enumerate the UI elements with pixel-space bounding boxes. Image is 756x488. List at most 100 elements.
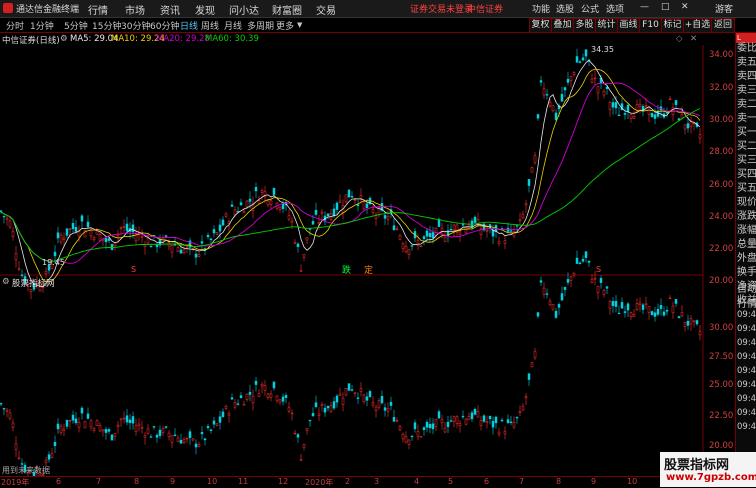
sub-settings-icon[interactable]: ⚙: [2, 277, 10, 287]
candle-body: [56, 232, 60, 239]
candle-body: [653, 114, 657, 119]
auto-quote-label[interactable]: 自动: [737, 280, 756, 295]
sub-indicator-title[interactable]: 股票指标网: [12, 277, 55, 289]
period-tab-5min[interactable]: 5分钟: [64, 19, 88, 32]
candle-body: [296, 243, 300, 247]
candle-body: [182, 248, 186, 253]
restore-icon[interactable]: □: [661, 2, 670, 12]
tab-f10[interactable]: F10: [639, 18, 662, 33]
candle-body: [362, 394, 366, 402]
time-tick: 8: [556, 477, 562, 486]
candle-body: [179, 439, 183, 444]
candle-body: [584, 251, 588, 258]
candle-body: [602, 290, 606, 295]
candle-body: [524, 203, 528, 206]
candle-body: [350, 389, 354, 391]
candle-body: [461, 224, 465, 226]
candle-body: [527, 179, 531, 186]
candle-body: [365, 203, 369, 208]
minimize-icon[interactable]: —: [640, 2, 649, 12]
tab-back[interactable]: 返回: [711, 18, 735, 33]
candle-body: [542, 88, 546, 96]
period-tab-15min[interactable]: 15分钟: [92, 19, 121, 32]
menu-formula[interactable]: 公式: [581, 2, 599, 15]
menu-quotes[interactable]: 行情: [88, 2, 108, 17]
candle-body: [215, 423, 219, 426]
period-tab-multi[interactable]: 多周期: [247, 19, 274, 32]
candle-body: [698, 331, 702, 336]
candle-body: [293, 432, 297, 435]
menu-market[interactable]: 市场: [125, 2, 145, 17]
candle-body: [410, 435, 414, 438]
candle-body: [488, 415, 492, 420]
tab-overlay[interactable]: 叠加: [551, 18, 574, 33]
candle-body: [0, 403, 3, 405]
period-tab-more[interactable]: 更多: [276, 19, 294, 32]
expand-icon[interactable]: ◇: [676, 34, 683, 44]
tab-add-watchlist[interactable]: +自选: [683, 18, 712, 33]
candle-body: [506, 227, 510, 232]
candle-body: [311, 221, 315, 225]
candle-body: [134, 234, 138, 242]
menu-options[interactable]: 选项: [606, 2, 624, 15]
candle-body: [533, 351, 537, 359]
more-dropdown-icon[interactable]: ▼: [297, 21, 302, 29]
candle-body: [98, 425, 102, 432]
candle-body: [395, 420, 399, 422]
menu-discover[interactable]: 发现: [195, 2, 215, 17]
candle-body: [68, 419, 72, 422]
candle-body: [473, 408, 477, 415]
candle-body: [512, 422, 516, 428]
tab-stats[interactable]: 统计: [595, 18, 618, 33]
candle-body: [668, 297, 672, 299]
candle-body: [392, 417, 396, 422]
candle-body: [434, 419, 438, 427]
candle-body: [527, 373, 531, 380]
tab-adjust[interactable]: 复权: [529, 18, 552, 33]
candle-body: [224, 406, 228, 409]
candle-body: [623, 113, 627, 115]
candle-body: [305, 428, 309, 432]
panel-close-icon[interactable]: ✕: [690, 34, 697, 44]
login-status[interactable]: 证券交易未登录: [410, 2, 473, 15]
candle-body: [353, 199, 357, 201]
period-tab-monthly[interactable]: 月线: [224, 19, 242, 32]
menu-news[interactable]: 资讯: [160, 2, 180, 17]
candle-body: [566, 78, 570, 83]
tab-drawing[interactable]: 画线: [617, 18, 640, 33]
candle-body: [365, 396, 369, 401]
candle-body: [230, 397, 234, 400]
period-tab-daily[interactable]: 日线: [180, 19, 198, 32]
time-tick: 7: [96, 477, 102, 486]
candle-body: [620, 302, 624, 309]
menu-stock-picker[interactable]: 选股: [556, 2, 574, 15]
tab-multi-stock[interactable]: 多股: [573, 18, 596, 33]
candle-body: [419, 245, 423, 247]
period-tab-30min[interactable]: 30分钟: [121, 19, 150, 32]
period-tab-intraday[interactable]: 分时: [6, 19, 24, 32]
candle-body: [2, 408, 6, 410]
candle-body: [548, 101, 552, 107]
settings-gear-icon[interactable]: ⚙: [60, 34, 68, 44]
period-tab-weekly[interactable]: 周线: [201, 19, 219, 32]
menu-wealth[interactable]: 财富圈: [272, 2, 302, 17]
candle-body: [422, 236, 426, 240]
candle-body: [314, 209, 318, 215]
candle-body: [221, 219, 225, 226]
quote-field-label: 买四: [737, 169, 756, 180]
candle-body: [695, 320, 699, 325]
period-tab-1min[interactable]: 1分钟: [30, 19, 54, 32]
quote-side-panel: L 委比 卖五 卖四 卖三 卖二 卖一 买一 买二 买三 买四 买五 现价 涨跌 涨幅 总量 外盘 换手 净资 收益…: [735, 33, 756, 487]
menu-trade[interactable]: 交易: [316, 2, 336, 17]
period-tab-60min[interactable]: 60分钟: [150, 19, 179, 32]
candle-body: [68, 228, 72, 230]
candle-body: [206, 426, 210, 429]
menu-ask[interactable]: 问小达: [229, 2, 259, 17]
time-tick: 11: [238, 477, 249, 486]
close-icon[interactable]: ✕: [681, 2, 689, 12]
candle-body: [659, 305, 663, 309]
menu-functions[interactable]: 功能: [532, 2, 550, 15]
tab-mark[interactable]: 标记: [661, 18, 684, 33]
candle-body: [155, 244, 159, 248]
candle-body: [626, 303, 630, 311]
